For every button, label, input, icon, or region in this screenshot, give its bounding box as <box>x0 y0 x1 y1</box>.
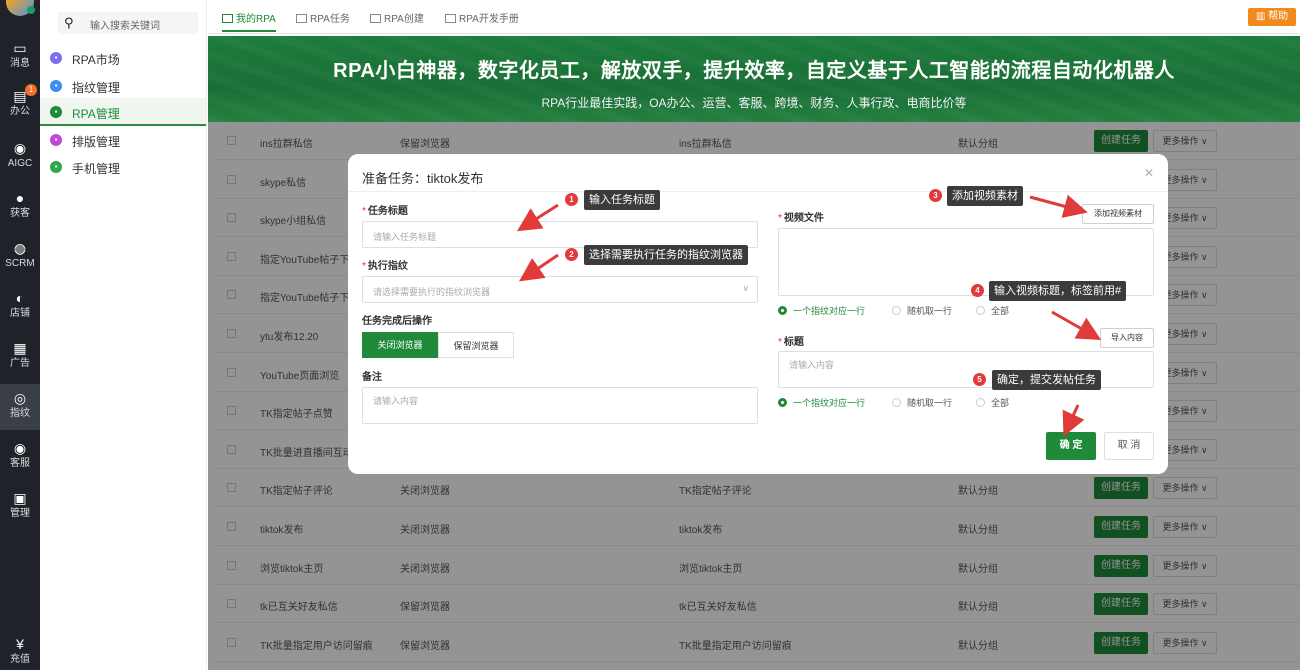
market-icon: ▪ <box>50 52 62 64</box>
title-label: * 标题 <box>778 337 804 348</box>
aigc-icon: ◉ <box>13 140 27 156</box>
search-icon: ⚲ <box>64 15 74 30</box>
annotation-callout-5: 确定，提交发帖任务 <box>992 370 1101 390</box>
remark-label: 备注 <box>362 372 382 383</box>
tab-icon <box>296 14 307 23</box>
annotation-number-2: 2 <box>565 248 578 261</box>
video-file-label: * 视频文件 <box>778 213 824 224</box>
rail-item-ads[interactable]: ▦ 广告 <box>0 334 40 380</box>
tab-icon <box>370 14 381 23</box>
tab-rpa-tasks[interactable]: RPA任务 <box>296 10 350 32</box>
annotation-callout-4: 输入视频标题，标签前用# <box>989 281 1127 301</box>
radio-one-per-fingerprint-2[interactable]: 一个指纹对应一行 <box>778 396 865 409</box>
remark-textarea[interactable]: 请输入内容 <box>362 387 758 424</box>
sidebar-item-rpa-manage[interactable]: ▪ RPA管理 <box>40 98 206 126</box>
recharge-icon: ¥ <box>16 636 24 652</box>
grid-icon: ▣ <box>13 490 27 506</box>
chat-icon: ▭ <box>13 40 27 56</box>
radio-all[interactable]: 全部 <box>976 304 1009 317</box>
sidebar-item-fingerprint[interactable]: ▪ 指纹管理 <box>40 72 206 100</box>
chevron-down-icon: ∨ <box>742 283 749 293</box>
prepare-task-dialog: 准备任务：tiktok发布 ✕ * 任务标题 请输入任务标题 * 执行指纹 请选择需… <box>348 154 1168 474</box>
rail-item-fingerprint[interactable]: ◎ 指纹 <box>0 384 40 430</box>
rail-item-office[interactable]: ▤ 办公 1 <box>0 82 40 128</box>
radio-random-row-2[interactable]: 随机取一行 <box>892 396 952 409</box>
cancel-button[interactable]: 取 消 <box>1104 432 1154 460</box>
user-icon: ● <box>15 190 25 206</box>
annotation-number-5: 5 <box>973 373 986 386</box>
dialog-title: 准备任务：tiktok发布 <box>362 171 484 186</box>
phone-icon: ▪ <box>50 161 62 173</box>
scrm-icon: ◍ <box>13 240 27 256</box>
rail-item-scrm[interactable]: ◍ SCRM <box>0 234 40 280</box>
book-icon: ▥ <box>1255 11 1269 22</box>
after-task-label: 任务完成后操作 <box>362 316 432 327</box>
close-icon[interactable]: ✕ <box>1144 166 1154 180</box>
divider <box>348 191 1168 192</box>
fingerprint-select[interactable]: 请选择需要执行的指纹浏览器 ∨ <box>362 276 758 303</box>
tab-my-rpa[interactable]: 我的RPA <box>222 10 276 32</box>
fingerprint-icon: ▪ <box>50 80 62 92</box>
add-video-button[interactable]: 添加视频素材 <box>1082 204 1154 224</box>
store-icon: ◐ <box>15 290 25 306</box>
task-title-input[interactable]: 请输入任务标题 <box>362 221 758 248</box>
fingerprint-label: * 执行指纹 <box>362 261 408 272</box>
tab-bar: 我的RPA RPA任务 RPA创建 RPA开发手册 ▥ 帮助 <box>208 0 1300 34</box>
confirm-button[interactable]: 确 定 <box>1046 432 1096 460</box>
rail-item-messages[interactable]: ▭ 消息 <box>0 34 40 80</box>
rail-item-store[interactable]: ◐ 店铺 <box>0 284 40 330</box>
layout-icon: ▪ <box>50 134 62 146</box>
app-rail: ▭ 消息 ▤ 办公 1 ◉ AIGC ● 获客 ◍ SCRM ◐ 店铺 ▦ 广告… <box>0 0 40 670</box>
import-content-button[interactable]: 导入内容 <box>1100 328 1154 348</box>
radio-all-2[interactable]: 全部 <box>976 396 1009 409</box>
rail-item-manage[interactable]: ▣ 管理 <box>0 484 40 530</box>
annotation-number-3: 3 <box>929 189 942 202</box>
annotation-callout-1: 输入任务标题 <box>584 190 660 210</box>
sidebar-item-layout[interactable]: ▪ 排版管理 <box>40 126 206 154</box>
annotation-number-4: 4 <box>971 284 984 297</box>
rail-item-recharge[interactable]: ¥ 充值 <box>0 630 40 670</box>
keep-browser-option[interactable]: 保留浏览器 <box>438 332 514 358</box>
service-icon: ◉ <box>13 440 27 456</box>
online-status-dot <box>27 6 35 14</box>
rpa-icon: ▪ <box>50 106 62 118</box>
close-browser-option[interactable]: 关闭浏览器 <box>362 332 438 358</box>
ads-icon: ▦ <box>13 340 27 356</box>
annotation-callout-2: 选择需要执行任务的指纹浏览器 <box>584 245 748 265</box>
annotation-callout-3: 添加视频素材 <box>947 186 1023 206</box>
radio-random-row[interactable]: 随机取一行 <box>892 304 952 317</box>
search-input[interactable]: ⚲ 输入搜索关键词 <box>58 12 198 34</box>
promo-banner: RPA小白神器，数字化员工，解放双手，提升效率，自定义基于人工智能的流程自动化机… <box>208 36 1300 122</box>
help-button[interactable]: ▥ 帮助 <box>1248 8 1296 26</box>
tab-icon <box>445 14 456 23</box>
banner-subtitle: RPA行业最佳实践，OA办公、运营、客服、跨境、财务、人事行政、电商比价等 <box>541 96 967 110</box>
rail-item-aigc[interactable]: ◉ AIGC <box>0 134 40 180</box>
sidebar-item-rpa-market[interactable]: ▪ RPA市场 <box>40 44 206 72</box>
annotation-number-1: 1 <box>565 193 578 206</box>
radio-one-per-fingerprint[interactable]: 一个指纹对应一行 <box>778 304 865 317</box>
tab-icon <box>222 14 233 23</box>
tab-rpa-create[interactable]: RPA创建 <box>370 10 424 32</box>
sidebar: ⚲ 输入搜索关键词 ▪ RPA市场 ▪ 指纹管理 ▪ RPA管理 ▪ 排版管理 … <box>40 0 207 670</box>
fingerprint-icon: ◎ <box>13 390 27 406</box>
tab-rpa-manual[interactable]: RPA开发手册 <box>445 10 519 32</box>
banner-title: RPA小白神器，数字化员工，解放双手，提升效率，自定义基于人工智能的流程自动化机… <box>333 60 1175 82</box>
task-title-label: * 任务标题 <box>362 206 408 217</box>
rail-item-service[interactable]: ◉ 客服 <box>0 434 40 480</box>
sidebar-item-phone[interactable]: ▪ 手机管理 <box>40 153 206 181</box>
notification-badge: 1 <box>25 84 37 96</box>
rail-item-acquire[interactable]: ● 获客 <box>0 184 40 230</box>
